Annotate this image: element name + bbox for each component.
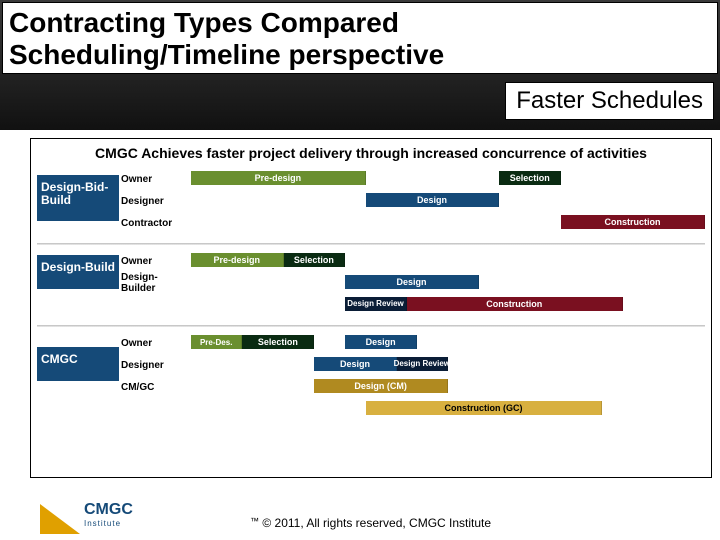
- db-owner-row: Owner Pre-design Selection: [37, 251, 705, 271]
- actor-cmgc: CM/GC: [119, 382, 191, 393]
- tm-mark: ™: [250, 516, 259, 526]
- copyright-text: © 2011, All rights reserved, CMGC Instit…: [262, 516, 491, 530]
- logo-sub: Institute: [84, 519, 133, 528]
- bar-design: Design: [345, 335, 417, 349]
- method-label-db: Design-Build: [37, 255, 119, 289]
- logo-main: CMGC: [84, 501, 133, 519]
- bar-construction-gc: Construction (GC): [366, 401, 602, 415]
- bar-selection: Selection: [499, 171, 561, 185]
- bar-construction: Construction: [561, 215, 705, 229]
- method-label-dbb: Design-Bid-Build: [37, 175, 119, 221]
- slide-title: Contracting Types Compared Scheduling/Ti…: [2, 2, 718, 74]
- cmgc-institute-logo: CMGC Institute: [40, 494, 200, 534]
- bar-predesign: Pre-design: [191, 253, 284, 267]
- title-line-2: Scheduling/Timeline perspective: [9, 39, 444, 70]
- bar-design: Design: [366, 193, 500, 207]
- method-dbb: Design-Bid-Build Owner Pre-design Select…: [37, 169, 705, 233]
- actor-owner: Owner: [119, 174, 191, 185]
- logo-road-icon: [40, 504, 80, 534]
- bar-design: Design: [345, 275, 479, 289]
- subtitle: CMGC Achieves faster project delivery th…: [57, 145, 685, 161]
- cmgc-cmgc-row2: Construction (GC): [37, 399, 705, 419]
- method-db: Design-Build Owner Pre-design Selection …: [37, 251, 705, 315]
- content-box: CMGC Achieves faster project delivery th…: [30, 138, 712, 478]
- dbb-designer-row: Designer Design: [37, 191, 705, 211]
- actor-designer: Designer: [119, 196, 191, 207]
- db-designbuilder-row2: Design Review Construction: [37, 295, 705, 315]
- bar-predesign: Pre-Des.: [191, 335, 242, 349]
- bar-design-review: Design Review: [345, 297, 407, 311]
- actor-designer: Designer: [119, 360, 191, 371]
- bar-construction: Construction: [407, 297, 623, 311]
- actor-contractor: Contractor: [119, 218, 191, 229]
- cmgc-designer-row: Designer Design Design Review: [37, 355, 705, 375]
- actor-design-builder: Design-Builder: [119, 272, 191, 294]
- actor-owner: Owner: [119, 256, 191, 267]
- actor-owner: Owner: [119, 338, 191, 349]
- slide-header: Contracting Types Compared Scheduling/Ti…: [0, 0, 720, 130]
- db-designbuilder-row: Design-Builder Design: [37, 273, 705, 293]
- method-cmgc: CMGC Owner Pre-Des. Selection Design Des…: [37, 333, 705, 419]
- divider: [37, 325, 705, 327]
- faster-schedules-callout: Faster Schedules: [505, 82, 714, 120]
- title-line-1: Contracting Types Compared: [9, 7, 399, 38]
- bar-selection: Selection: [284, 253, 346, 267]
- cmgc-owner-row: Owner Pre-Des. Selection Design: [37, 333, 705, 353]
- bar-design-cm: Design (CM): [314, 379, 448, 393]
- bar-predesign: Pre-design: [191, 171, 366, 185]
- logo-text: CMGC Institute: [84, 501, 133, 528]
- divider: [37, 243, 705, 245]
- bar-selection: Selection: [242, 335, 314, 349]
- copyright: ™ © 2011, All rights reserved, CMGC Inst…: [250, 516, 491, 530]
- timeline-chart: Design-Bid-Build Owner Pre-design Select…: [37, 169, 705, 419]
- bar-design: Design: [314, 357, 396, 371]
- bar-design-review: Design Review: [397, 357, 448, 371]
- cmgc-cmgc-row: CM/GC Design (CM): [37, 377, 705, 397]
- dbb-owner-row: Owner Pre-design Selection: [37, 169, 705, 189]
- slide-footer: CMGC Institute ™ © 2011, All rights rese…: [0, 478, 720, 538]
- dbb-contractor-row: Contractor Construction: [37, 213, 705, 233]
- method-label-cmgc: CMGC: [37, 347, 119, 381]
